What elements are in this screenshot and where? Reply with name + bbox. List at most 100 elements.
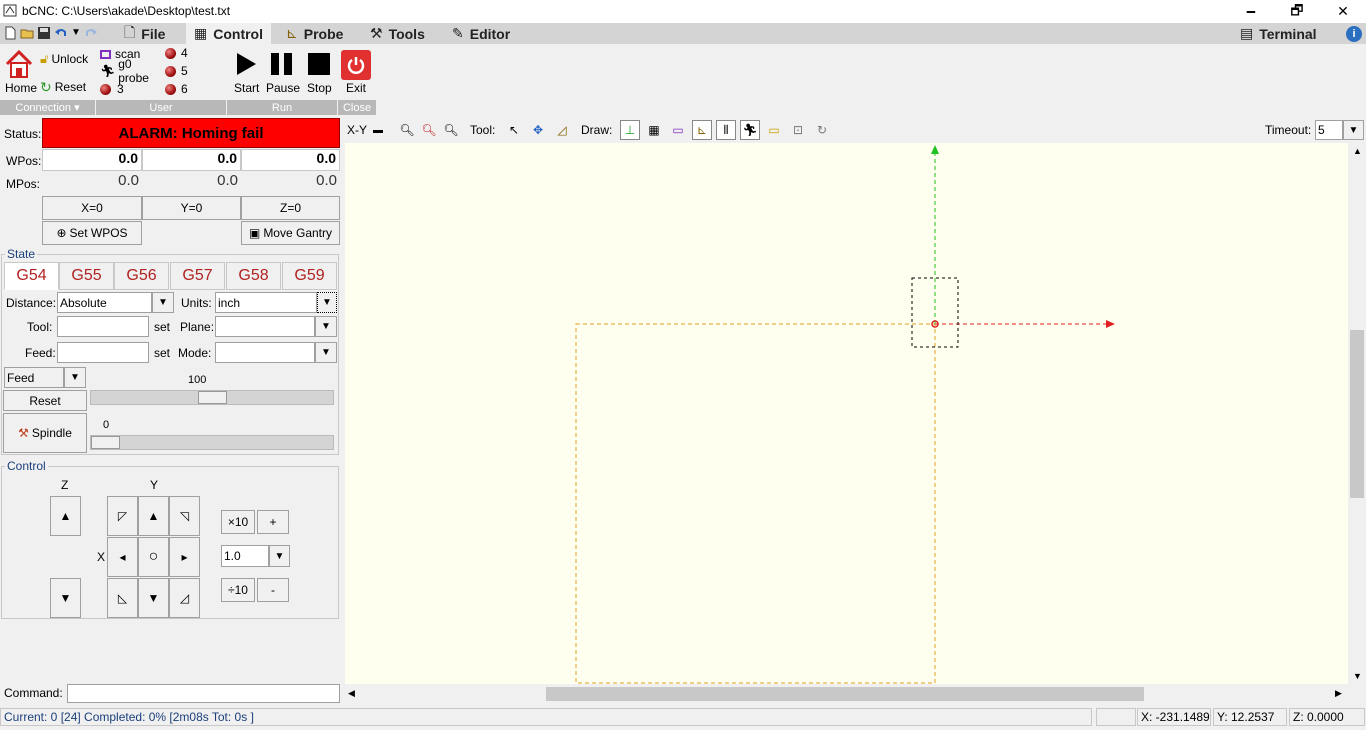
restore-button[interactable]: 🗗 bbox=[1274, 0, 1320, 23]
tab-file[interactable]: 🗋 File bbox=[116, 23, 173, 44]
camera-icon[interactable]: ⊡ bbox=[788, 120, 808, 140]
grid-icon[interactable]: ▦ bbox=[644, 120, 664, 140]
tab-editor[interactable]: ✎ Editor bbox=[444, 23, 518, 44]
new-file-icon[interactable] bbox=[3, 26, 17, 40]
zero-z-button[interactable]: Z=0 bbox=[241, 196, 340, 220]
timeout-input[interactable]: 5 bbox=[1315, 120, 1343, 140]
g0-probe-button[interactable]: 🏃︎ g0 probe bbox=[100, 57, 164, 85]
zero-x-button[interactable]: X=0 bbox=[42, 196, 142, 220]
axes-icon[interactable]: ⊥ bbox=[620, 120, 640, 140]
unlock-button[interactable]: 🔓︎ Unlock bbox=[40, 50, 94, 68]
tab-g54[interactable]: G54 bbox=[4, 262, 59, 290]
scroll-left-icon[interactable]: ◀ bbox=[348, 688, 355, 699]
override-dropdown-icon[interactable]: ▼ bbox=[64, 367, 86, 388]
paths-icon[interactable]: ⦀ bbox=[716, 120, 736, 140]
rapid-icon[interactable]: 🏃︎ bbox=[740, 120, 760, 140]
units-dropdown-icon[interactable]: ▼ bbox=[317, 292, 337, 313]
reset-button[interactable]: ↻ Reset bbox=[40, 78, 94, 96]
user-button-4[interactable]: 4 bbox=[165, 45, 195, 61]
move-gantry-button[interactable]: ▣ Move Gantry bbox=[241, 221, 340, 245]
distance-select[interactable]: Absolute bbox=[57, 292, 152, 313]
step-div10-button[interactable]: ÷10 bbox=[221, 578, 255, 602]
tab-tools[interactable]: ⚒ Tools bbox=[362, 23, 433, 44]
vertical-scrollbar[interactable]: ▲ ▼ bbox=[1348, 143, 1366, 684]
jog-x-left-button[interactable]: ◂ bbox=[107, 537, 138, 577]
tab-g58[interactable]: G58 bbox=[226, 262, 281, 290]
move-icon[interactable]: ✥ bbox=[528, 120, 548, 140]
mode-dropdown-icon[interactable]: ▼ bbox=[315, 342, 337, 363]
spindle-slider[interactable] bbox=[90, 435, 334, 450]
feed-input[interactable] bbox=[57, 342, 149, 363]
exit-button[interactable]: Exit bbox=[340, 48, 372, 96]
jog-y-down-button[interactable]: ▼ bbox=[138, 578, 169, 618]
tool-input[interactable] bbox=[57, 316, 149, 337]
vertical-scroll-thumb[interactable] bbox=[1350, 330, 1364, 498]
horizontal-scrollbar[interactable]: ◀ ▶ bbox=[345, 685, 1348, 703]
scroll-right-icon[interactable]: ▶ bbox=[1335, 688, 1342, 699]
distance-dropdown-icon[interactable]: ▼ bbox=[152, 292, 174, 313]
plane-select[interactable] bbox=[215, 316, 315, 337]
scroll-down-icon[interactable]: ▼ bbox=[1353, 671, 1362, 681]
user-button-6[interactable]: 6 bbox=[165, 81, 195, 97]
refresh-icon[interactable]: ↻ bbox=[812, 120, 832, 140]
spindle-button[interactable]: ⚒ Spindle bbox=[3, 413, 87, 453]
ruler-icon[interactable]: ◿ bbox=[552, 120, 572, 140]
feed-set-button[interactable]: set bbox=[151, 342, 173, 363]
override-slider-thumb[interactable] bbox=[198, 391, 227, 404]
workarea-icon[interactable]: ▭ bbox=[764, 120, 784, 140]
help-icon[interactable]: i bbox=[1346, 26, 1362, 42]
select-pointer-icon[interactable]: ↖ bbox=[504, 120, 524, 140]
undo-icon[interactable] bbox=[54, 26, 68, 40]
step-input[interactable]: 1.0 bbox=[221, 545, 269, 567]
stop-button[interactable]: Stop bbox=[304, 48, 334, 96]
tool-set-button[interactable]: set bbox=[151, 316, 173, 337]
minimize-button[interactable]: 🗕 bbox=[1228, 0, 1274, 23]
user-button-3[interactable]: 3 bbox=[100, 81, 140, 97]
tab-g59[interactable]: G59 bbox=[282, 262, 337, 290]
jog-xm-ym-button[interactable]: ◺ bbox=[107, 578, 138, 618]
command-input[interactable] bbox=[67, 684, 340, 703]
override-select[interactable]: Feed bbox=[4, 367, 64, 388]
tab-g56[interactable]: G56 bbox=[114, 262, 169, 290]
open-folder-icon[interactable] bbox=[20, 26, 34, 40]
probe-draw-icon[interactable]: ⊾ bbox=[692, 120, 712, 140]
jog-xp-yp-button[interactable]: ◹ bbox=[169, 496, 200, 536]
connection-group-label[interactable]: Connection ▾ bbox=[0, 100, 95, 115]
step-dropdown-icon[interactable]: ▼ bbox=[269, 545, 290, 567]
save-icon[interactable] bbox=[37, 26, 51, 40]
timeout-dropdown-icon[interactable]: ▼ bbox=[1343, 120, 1364, 140]
zoom-fit-icon[interactable]: 🔍︎ bbox=[441, 120, 461, 140]
step-minus-button[interactable]: - bbox=[257, 578, 289, 602]
undo-dropdown-icon[interactable]: ▼ bbox=[71, 27, 81, 38]
tab-g57[interactable]: G57 bbox=[170, 262, 225, 290]
units-select[interactable]: inch bbox=[215, 292, 317, 313]
plane-dropdown-icon[interactable]: ▼ bbox=[315, 316, 337, 337]
zero-y-button[interactable]: Y=0 bbox=[142, 196, 241, 220]
mode-select[interactable] bbox=[215, 342, 315, 363]
close-window-button[interactable]: ✕ bbox=[1320, 0, 1366, 23]
jog-xm-yp-button[interactable]: ◸ bbox=[107, 496, 138, 536]
user-button-5[interactable]: 5 bbox=[165, 63, 195, 79]
step-x10-button[interactable]: ×10 bbox=[221, 510, 255, 534]
redo-icon[interactable] bbox=[84, 26, 98, 40]
zoom-out-icon[interactable]: 🔍︎ bbox=[419, 120, 439, 140]
pause-button[interactable]: Pause bbox=[265, 48, 300, 96]
tab-probe[interactable]: ⊾ Probe bbox=[278, 23, 351, 44]
tab-g55[interactable]: G55 bbox=[59, 262, 114, 290]
jog-x-right-button[interactable]: ▸ bbox=[169, 537, 200, 577]
start-button[interactable]: Start bbox=[231, 48, 261, 96]
tab-control[interactable]: ▦ Control bbox=[186, 23, 271, 44]
zoom-in-icon[interactable]: 🔍︎ bbox=[397, 120, 417, 140]
jog-z-up-button[interactable]: ▲ bbox=[50, 496, 81, 536]
view-select[interactable]: X-Y ▬ bbox=[345, 120, 393, 140]
jog-z-down-button[interactable]: ▼ bbox=[50, 578, 81, 618]
override-slider[interactable] bbox=[90, 390, 334, 405]
scroll-up-icon[interactable]: ▲ bbox=[1353, 146, 1362, 156]
jog-xp-ym-button[interactable]: ◿ bbox=[169, 578, 200, 618]
spindle-slider-thumb[interactable] bbox=[91, 436, 120, 449]
margin-icon[interactable]: ▭ bbox=[668, 120, 688, 140]
gcode-canvas[interactable] bbox=[345, 143, 1348, 684]
tab-terminal[interactable]: ▤ Terminal bbox=[1232, 23, 1325, 44]
horizontal-scroll-thumb[interactable] bbox=[546, 687, 1144, 701]
set-wpos-button[interactable]: ⊕ Set WPOS bbox=[42, 221, 142, 245]
